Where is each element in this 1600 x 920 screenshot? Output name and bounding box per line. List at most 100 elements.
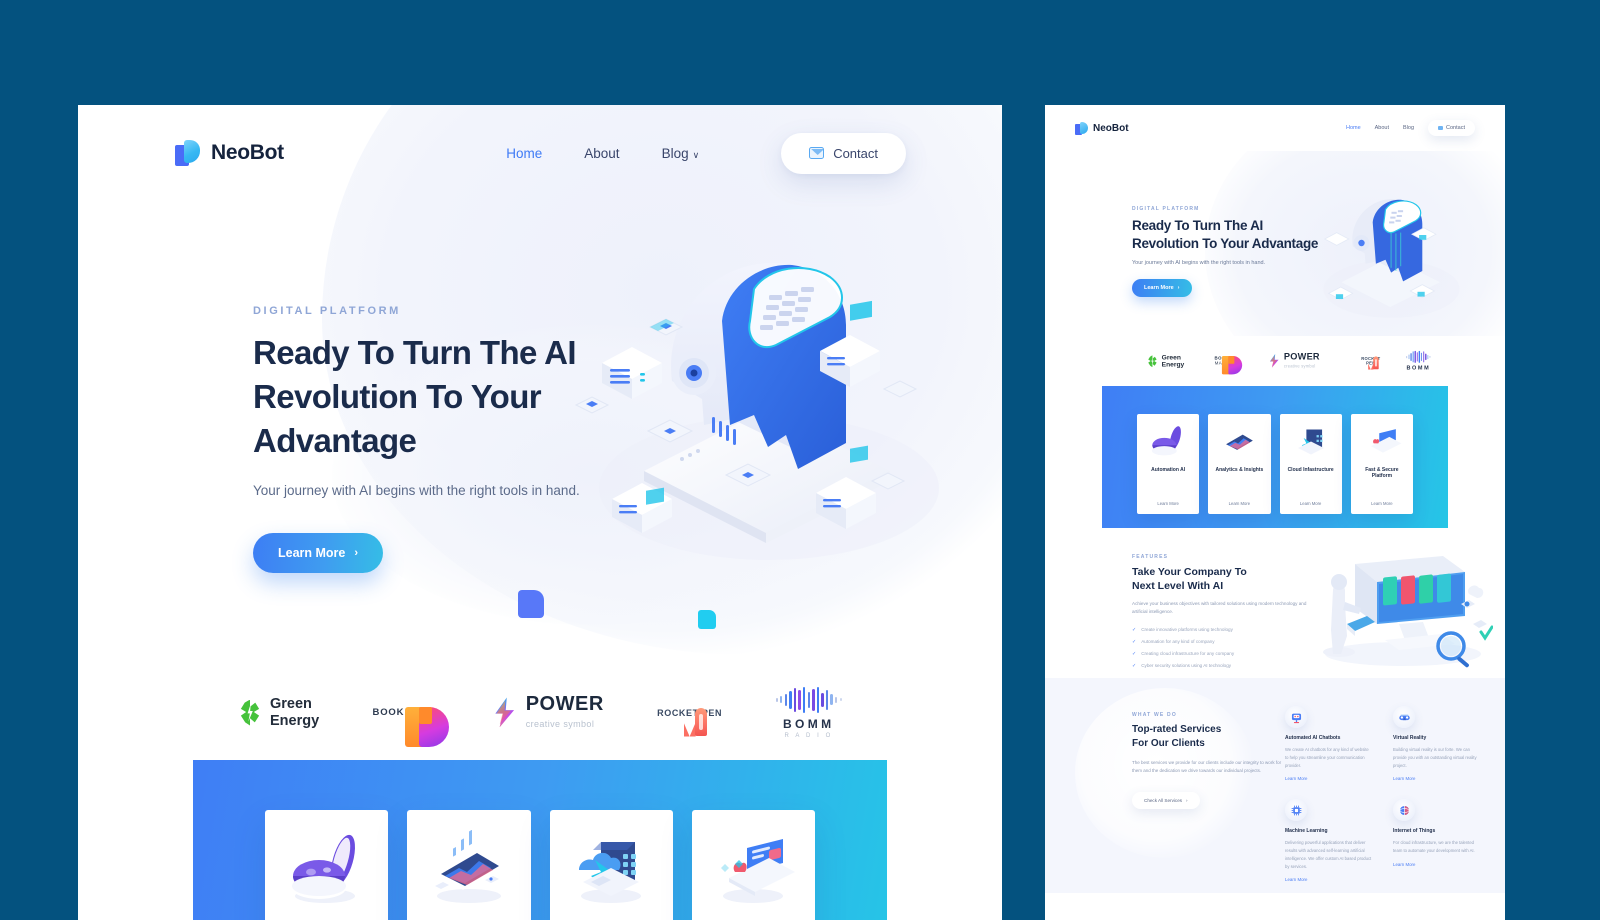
preview-feature-bullet-label: Automation for any kind of company <box>1141 639 1215 645</box>
fast-secure-platform-illustration <box>1360 424 1404 460</box>
hero-learn-more-button[interactable]: Learn More › <box>253 533 384 574</box>
check-icon: ✓ <box>1132 662 1137 669</box>
brand-power-title: POWER <box>525 692 604 715</box>
check-icon: ✓ <box>1132 626 1137 633</box>
brand-name: NeoBot <box>211 141 284 164</box>
preview-feature-card-title: Fast & Secure Platform <box>1365 467 1399 479</box>
chevron-right-icon: › <box>1186 797 1188 803</box>
preview-features-title-line2: Next Level With AI <box>1132 580 1224 593</box>
nav-link-about[interactable]: About <box>584 146 619 161</box>
preview-feature-card-automation-ai[interactable]: Automation AI Learn More <box>1137 414 1200 514</box>
preview-services-title: Top-rated Services For Our Clients <box>1132 723 1282 751</box>
preview-feature-card-link[interactable]: Learn More <box>1157 501 1178 506</box>
brand-logo-book-mark: BOOK MARK <box>372 707 450 747</box>
preview-nav-link-blog[interactable]: Blog <box>1403 125 1414 131</box>
preview-brand-bomm: BOMM <box>1405 350 1431 371</box>
service-card-automated-ai-chatbots[interactable]: Automated AI Chatbots We create AI chatb… <box>1285 706 1373 781</box>
preview-feature-card-link[interactable]: Learn More <box>1371 501 1392 506</box>
preview-brand-label: Green <box>1161 353 1181 361</box>
preview-hero-subtitle: Your journey with AI begins with the rig… <box>1132 259 1266 266</box>
preview-feature-card-cloud-infrastructure[interactable]: Cloud Infastructure Learn More <box>1279 414 1342 514</box>
preview-features-illustration <box>1303 546 1494 671</box>
brand-logo-power: POWER creative symbol <box>492 692 604 732</box>
feature-card-analytics-insights[interactable]: Analytics & Insights Learn More › <box>407 810 531 920</box>
preview-feature-card-analytics-insights[interactable]: Analytics & Insights Learn More <box>1208 414 1271 514</box>
preview-brand-logo[interactable]: NeoBot <box>1075 121 1129 135</box>
brand-book-mark-word1: BOOK <box>372 707 405 718</box>
contact-button[interactable]: Contact <box>781 132 906 174</box>
site-navbar: NeoBot Home About Blog ∨ Contact <box>78 105 1002 201</box>
nav-link-home[interactable]: Home <box>506 146 542 161</box>
preview-feature-cards-band: Automation AI Learn More Analytics & Ins… <box>1102 386 1448 528</box>
preview-feature-card-fast-secure-platform[interactable]: Fast & Secure Platform Learn More <box>1350 414 1413 514</box>
preview-features-section: FEATURES Take Your Company To Next Level… <box>1045 528 1505 678</box>
service-card-link[interactable]: Learn More <box>1285 776 1373 781</box>
preview-feature-bullet-label: Creating cloud infrastructure for any co… <box>1141 651 1235 657</box>
preview-hero-title: Ready To Turn The AI Revolution To Your … <box>1132 217 1342 253</box>
preview-feature-bullet-label: Cyber security solutions using AI techno… <box>1141 663 1232 669</box>
screenshot-stage: NeoBot Home About Blog ∨ Contact DIGITAL … <box>0 0 1600 920</box>
brand-green-energy-line2: Energy <box>270 712 320 729</box>
nav-links: Home About Blog ∨ Contact <box>506 132 906 174</box>
bomm-waveform-icon <box>1405 350 1431 363</box>
preview-services-title-line2: For Our Clients <box>1132 737 1205 749</box>
service-card-description: Building virtual reality is our forte. W… <box>1393 747 1477 768</box>
brand-logo-bomm: BOMM R A D I O <box>775 686 842 739</box>
desktop-preview-full-page: NeoBot Home About Blog Contact DIGITAL P… <box>1045 105 1505 920</box>
desktop-preview-main: NeoBot Home About Blog ∨ Contact DIGITAL … <box>78 105 1002 920</box>
service-card-internet-of-things[interactable]: Internet of Things For cloud infrastruct… <box>1393 799 1481 882</box>
preview-brand-power: POWER creative symbol <box>1268 352 1320 369</box>
feature-card-automation-ai[interactable]: Automation AI Learn More › <box>265 810 389 920</box>
check-all-services-label: Check All Services <box>1144 797 1183 803</box>
service-card-link[interactable]: Learn More <box>1393 776 1481 781</box>
vr-headset-icon <box>1393 706 1415 728</box>
nav-link-blog-label: Blog <box>661 145 689 161</box>
cloud-infrastructure-illustration <box>1289 424 1333 460</box>
service-card-description: For cloud infrastructure, we are the tal… <box>1393 840 1475 854</box>
preview-brand-label: Energy <box>1161 361 1185 369</box>
cloud-infrastructure-illustration <box>565 830 657 908</box>
service-card-link[interactable]: Learn More <box>1393 862 1481 867</box>
preview-brand-logos-row: Green Energy BOOK MARK POWER creativ <box>1045 336 1505 386</box>
preview-nav-link-about[interactable]: About <box>1375 125 1389 131</box>
feature-card-fast-secure-platform[interactable]: Fast & Secure Platform Learn More › <box>691 810 815 920</box>
chatbot-icon <box>1285 706 1307 728</box>
service-card-link[interactable]: Learn More <box>1285 877 1373 882</box>
check-all-services-button[interactable]: Check All Services › <box>1132 791 1200 809</box>
feature-cards-band: Automation AI Learn More › <box>193 760 887 920</box>
brand-logo[interactable]: NeoBot <box>175 140 284 166</box>
green-energy-bolt-icon <box>238 700 262 726</box>
preview-hero-cta[interactable]: Learn More › <box>1132 278 1192 297</box>
preview-nav-link-home[interactable]: Home <box>1346 125 1361 131</box>
brand-logos-row: Green Energy BOOK MARK <box>78 665 1002 760</box>
mail-icon <box>809 147 825 159</box>
service-card-virtual-reality[interactable]: Virtual Reality Building virtual reality… <box>1393 706 1481 781</box>
service-card-title: Internet of Things <box>1393 828 1436 835</box>
chip-icon <box>1285 799 1307 822</box>
brand-green-energy-line1: Green <box>270 696 312 713</box>
preview-feature-card-link[interactable]: Learn More <box>1300 501 1321 506</box>
preview-contact-button[interactable]: Contact <box>1428 120 1475 136</box>
preview-services-eyebrow: WHAT WE DO <box>1132 712 1177 718</box>
hero-title-line2: Revolution To Your Advantage <box>253 377 542 459</box>
analytics-insights-illustration <box>1217 424 1261 460</box>
mail-icon <box>1438 126 1444 130</box>
preview-feature-card-link[interactable]: Learn More <box>1229 501 1250 506</box>
preview-brand-book-mark: BOOK MARK <box>1215 355 1243 375</box>
preview-brand-green-energy: Green Energy <box>1147 353 1185 369</box>
preview-hero-section: DIGITAL PLATFORM Ready To Turn The AI Re… <box>1045 151 1505 336</box>
service-card-title: Virtual Reality <box>1393 735 1427 741</box>
preview-navbar: NeoBot Home About Blog Contact <box>1045 105 1505 151</box>
hero-subtitle: Your journey with AI begins with the rig… <box>253 482 580 498</box>
brand-rocket-pen-label: ROCKET PEN <box>657 707 723 718</box>
preview-hero-copy: DIGITAL PLATFORM Ready To Turn The AI Re… <box>1132 206 1342 297</box>
floating-shape-blue <box>518 590 544 618</box>
neobot-logo-icon <box>1075 121 1088 135</box>
service-card-machine-learning[interactable]: Machine Learning Delivering powerful app… <box>1285 799 1373 882</box>
hero-copy: DIGITAL PLATFORM Ready To Turn The AI Re… <box>253 305 673 574</box>
nav-link-blog[interactable]: Blog ∨ <box>662 146 700 161</box>
feature-card-cloud-infrastructure[interactable]: Cloud Infastructure Learn More › <box>549 810 673 920</box>
brand-power-tagline: creative symbol <box>525 718 595 729</box>
hero-title-line1: Ready To Turn The AI <box>253 334 577 371</box>
automation-ai-illustration <box>1146 424 1190 460</box>
